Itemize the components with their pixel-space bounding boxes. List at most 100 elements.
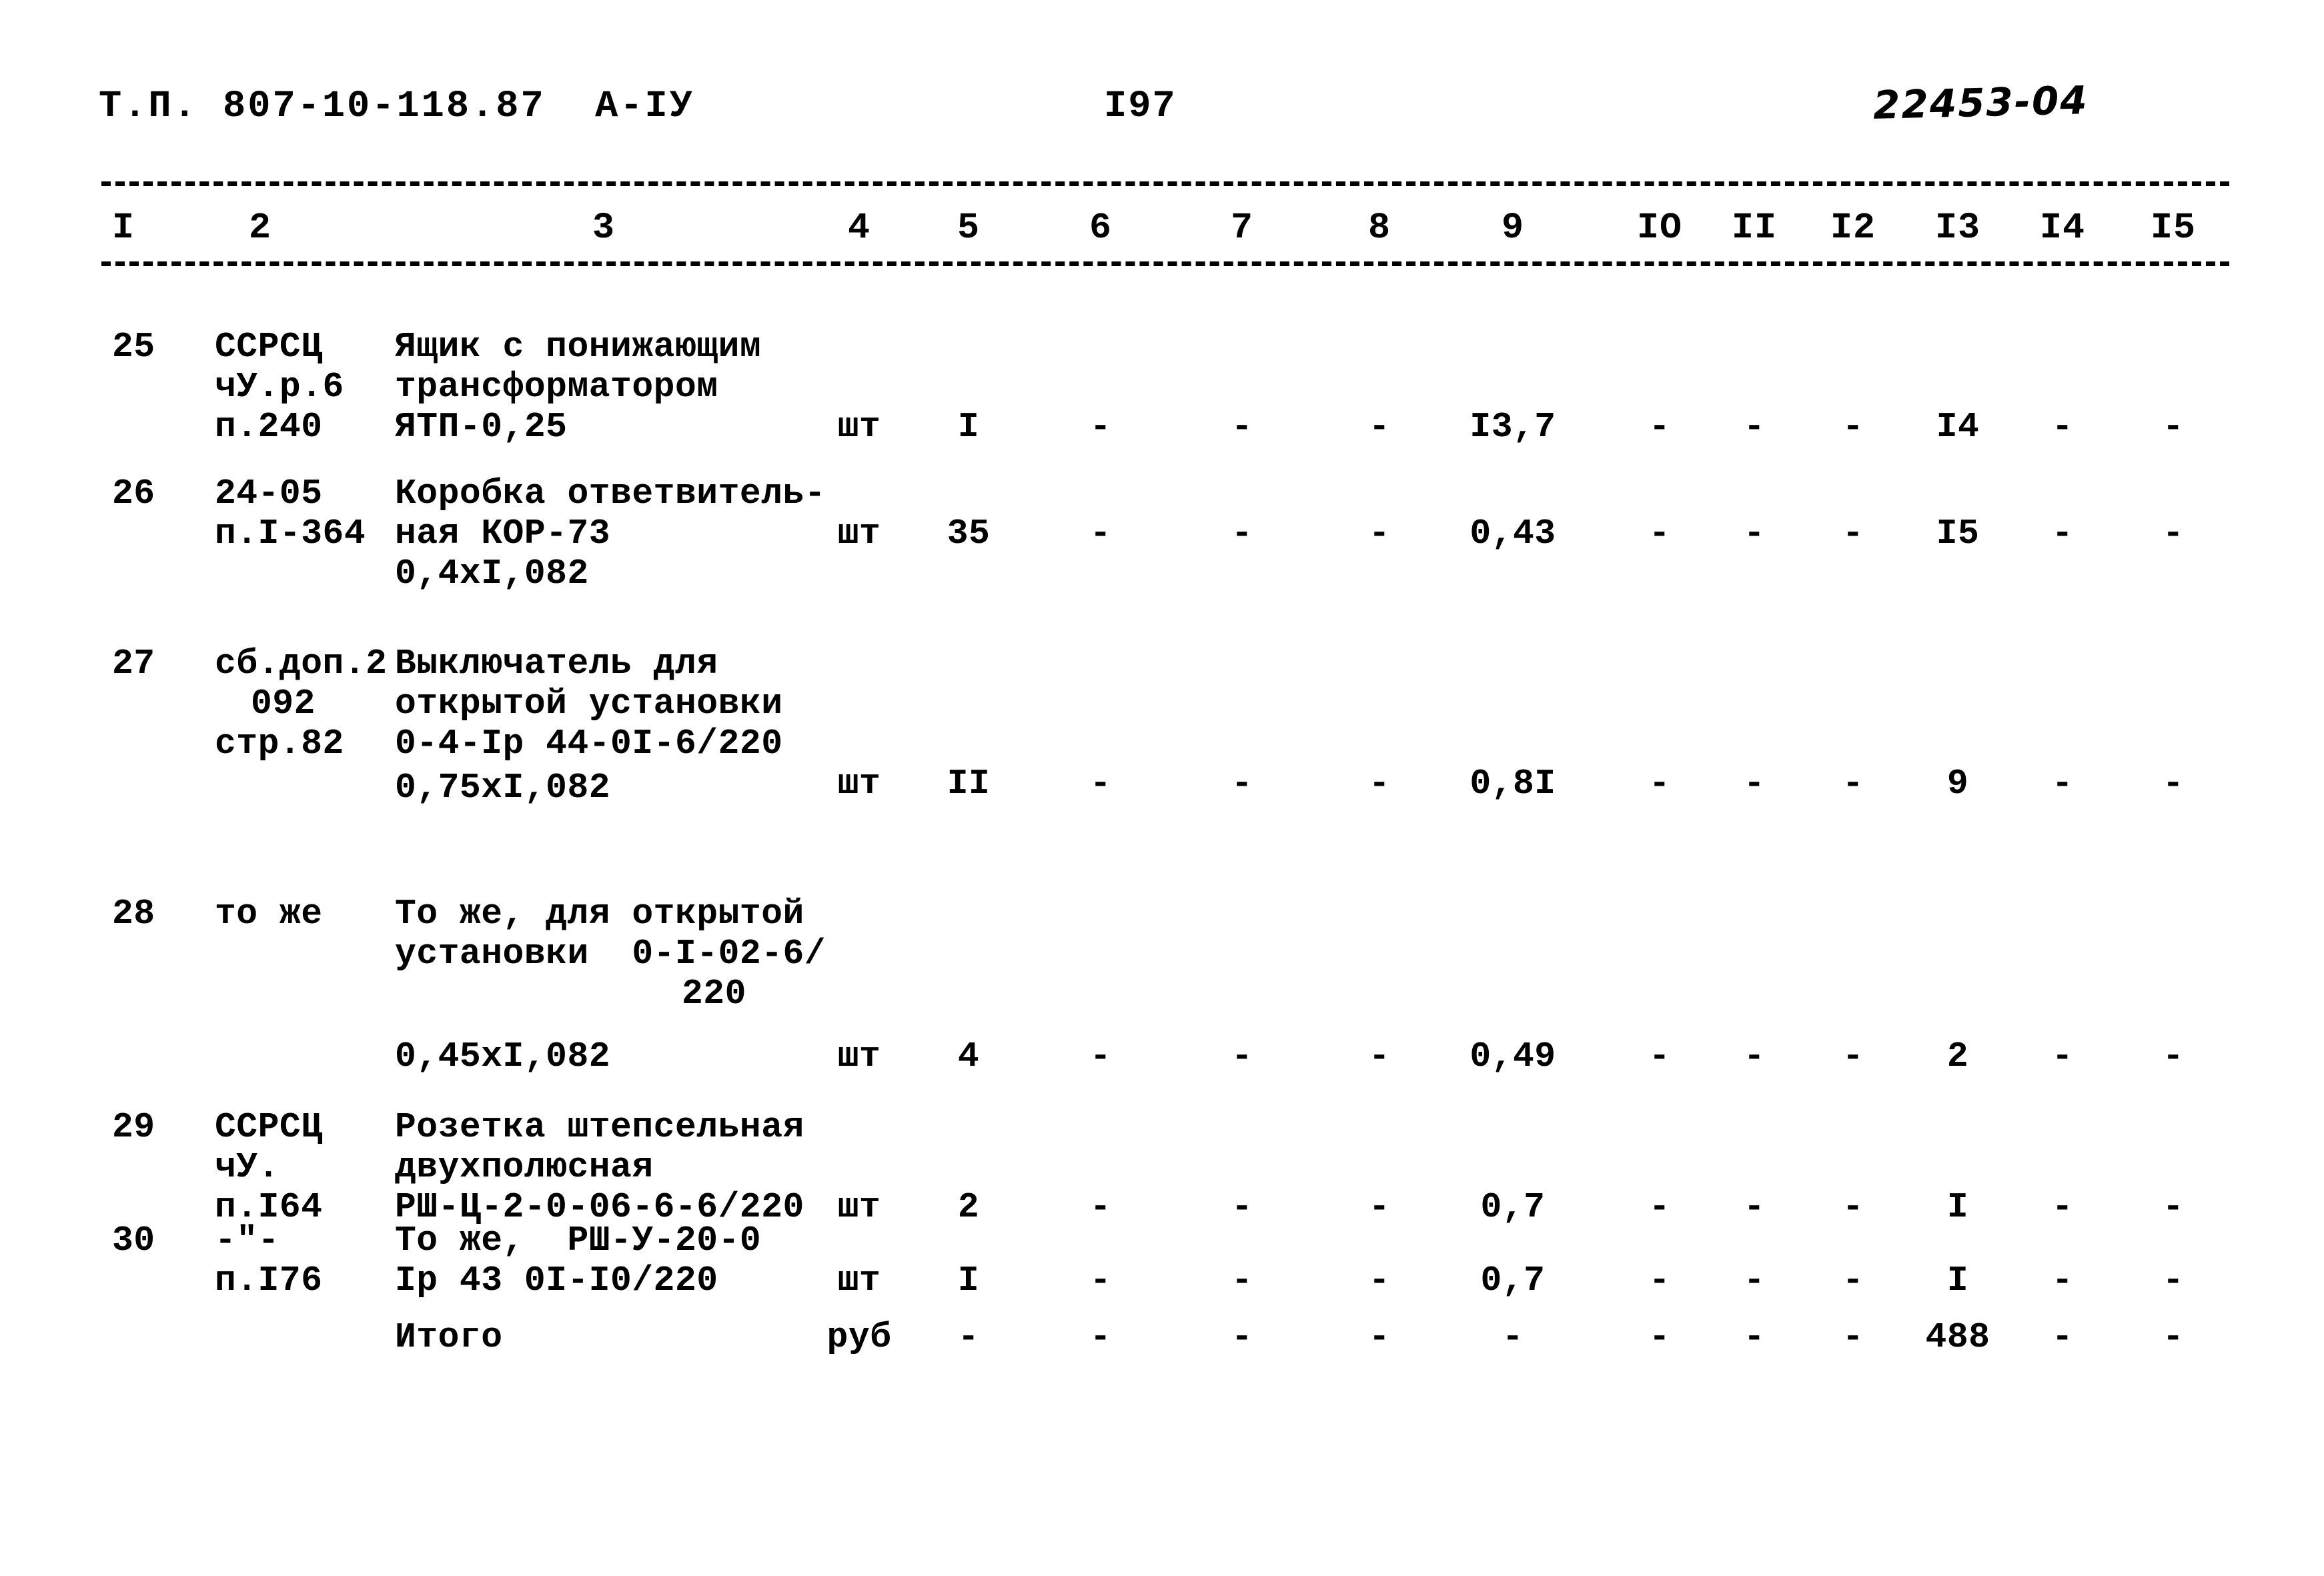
row-description-line: То же, РШ-У-20-0	[395, 1221, 762, 1261]
row-value-cell-col5: I	[957, 1261, 980, 1301]
row-value-cell-col10: -	[1648, 1261, 1671, 1301]
row-description-line: ная КОР-73	[395, 514, 611, 554]
total-value-cell-col13: 488	[1925, 1317, 1990, 1357]
row-code-line: п.240	[215, 407, 323, 447]
row-code-line: 092	[251, 684, 316, 724]
row-description-line: 0,4хI,082	[395, 554, 589, 594]
row-unit-cell: шт	[837, 764, 881, 804]
row-unit-cell: шт	[837, 1261, 881, 1301]
row-value-cell-col14: -	[2051, 1036, 2074, 1076]
row-value-cell-col8: -	[1368, 1036, 1391, 1076]
row-code-line: то же	[215, 894, 323, 934]
row-value-cell-col8: -	[1368, 1187, 1391, 1227]
total-value-cell-col14: -	[2051, 1317, 2074, 1357]
row-code-line: чУ.р.6	[215, 367, 344, 407]
row-value-cell-col9: 0,43	[1470, 514, 1556, 554]
row-value-cell-col15: -	[2162, 1187, 2185, 1227]
row-value-cell-col14: -	[2051, 764, 2074, 804]
row-value-cell-col12: -	[1842, 1187, 1864, 1227]
row-value-cell-col12: -	[1842, 764, 1864, 804]
row-value-cell-col11: -	[1743, 514, 1766, 554]
row-value-cell-col14: -	[2051, 1187, 2074, 1227]
row-value-cell-col5: I	[957, 407, 980, 447]
row-code-line: п.I76	[215, 1261, 323, 1301]
row-value-cell-col7: -	[1231, 764, 1253, 804]
row-value-cell-col8: -	[1368, 514, 1391, 554]
row-value-cell-col8: -	[1368, 407, 1391, 447]
table-rule-bottom	[101, 261, 2229, 266]
row-value-cell-col7: -	[1231, 514, 1253, 554]
row-code-line: стр.82	[215, 724, 344, 764]
column-number-8: 8	[1367, 207, 1391, 249]
row-description-line: открытой установки	[395, 684, 783, 724]
row-value-cell-col5: II	[947, 764, 991, 804]
column-number-2: 2	[248, 207, 272, 249]
document-code: Т.П. 807-10-118.87 А-IУ	[99, 85, 694, 128]
row-value-cell-col15: -	[2162, 407, 2185, 447]
column-number-14: I4	[2039, 207, 2086, 249]
row-position-number: 28	[112, 894, 155, 934]
row-value-cell-col13: I5	[1936, 514, 1980, 554]
column-number-15: I5	[2150, 207, 2197, 249]
column-number-3: 3	[592, 207, 616, 249]
row-value-cell-col7: -	[1231, 1187, 1253, 1227]
row-position-number: 27	[112, 644, 155, 684]
row-value-cell-col10: -	[1648, 407, 1671, 447]
row-unit-cell: шт	[837, 407, 881, 447]
row-code-line: 24-05	[215, 474, 323, 514]
table-column-number-row: I 2 3 4 5 6 7 8 9 IO II I2 I3 I4 I5	[0, 207, 2324, 253]
row-value-cell-col10: -	[1648, 514, 1671, 554]
total-value-cell-col7: -	[1231, 1317, 1253, 1357]
column-number-7: 7	[1230, 207, 1254, 249]
row-value-cell-col11: -	[1743, 407, 1766, 447]
row-description-line: Выключатель для	[395, 644, 718, 684]
document-header: Т.П. 807-10-118.87 А-IУ I97 22453-04	[0, 77, 2324, 145]
column-number-6: 6	[1089, 207, 1113, 249]
row-description-line: двухполюсная	[395, 1147, 654, 1187]
total-value-cell-col10: -	[1648, 1317, 1671, 1357]
row-value-cell-col14: -	[2051, 407, 2074, 447]
total-value-cell-col5: -	[957, 1317, 980, 1357]
row-description-line: трансформатором	[395, 367, 718, 407]
total-label: Итого	[395, 1317, 503, 1357]
row-position-number: 29	[112, 1107, 155, 1147]
row-code-line: -"-	[215, 1221, 279, 1261]
row-value-cell-col6: -	[1089, 1261, 1112, 1301]
row-value-cell-col12: -	[1842, 407, 1864, 447]
column-number-1: I	[111, 207, 135, 249]
row-value-cell-col10: -	[1648, 1187, 1671, 1227]
row-value-cell-col10: -	[1648, 764, 1671, 804]
total-value-cell-col15: -	[2162, 1317, 2185, 1357]
row-value-cell-col14: -	[2051, 1261, 2074, 1301]
row-value-cell-col9: I3,7	[1470, 407, 1556, 447]
total-value-cell-col9: -	[1502, 1317, 1524, 1357]
row-value-cell-col13: 9	[1946, 764, 1969, 804]
row-description-line: установки 0-I-02-6/	[395, 934, 826, 974]
row-code-line: ССРСЦ	[215, 327, 323, 367]
row-unit-cell: шт	[837, 1036, 881, 1076]
row-value-cell-col12: -	[1842, 1036, 1864, 1076]
row-description-line: 220	[682, 974, 746, 1014]
row-value-cell-col11: -	[1743, 1261, 1766, 1301]
column-number-4: 4	[847, 207, 871, 249]
row-unit-cell: шт	[837, 514, 881, 554]
row-value-cell-col6: -	[1089, 407, 1112, 447]
column-number-9: 9	[1501, 207, 1525, 249]
column-number-5: 5	[957, 207, 981, 249]
row-value-cell-col9: 0,7	[1480, 1187, 1546, 1227]
page-number: I97	[1104, 85, 1177, 128]
total-value-cell-col11: -	[1743, 1317, 1766, 1357]
row-value-cell-col13: 2	[1946, 1036, 1969, 1076]
row-code-line: п.I-364	[215, 514, 366, 554]
row-value-cell-col11: -	[1743, 1036, 1766, 1076]
row-code-line: ССРСЦ	[215, 1107, 323, 1147]
row-description-line: Розетка штепсельная	[395, 1107, 804, 1147]
row-value-cell-col9: 0,8I	[1470, 764, 1556, 804]
row-value-cell-col11: -	[1743, 1187, 1766, 1227]
row-description-line: Iр 43 0I-I0/220	[395, 1261, 718, 1301]
row-description-line: 0,45хI,082	[395, 1036, 611, 1076]
row-value-cell-col9: 0,49	[1470, 1036, 1556, 1076]
row-value-cell-col7: -	[1231, 1036, 1253, 1076]
row-position-number: 25	[112, 327, 155, 367]
column-number-11: II	[1731, 207, 1778, 249]
